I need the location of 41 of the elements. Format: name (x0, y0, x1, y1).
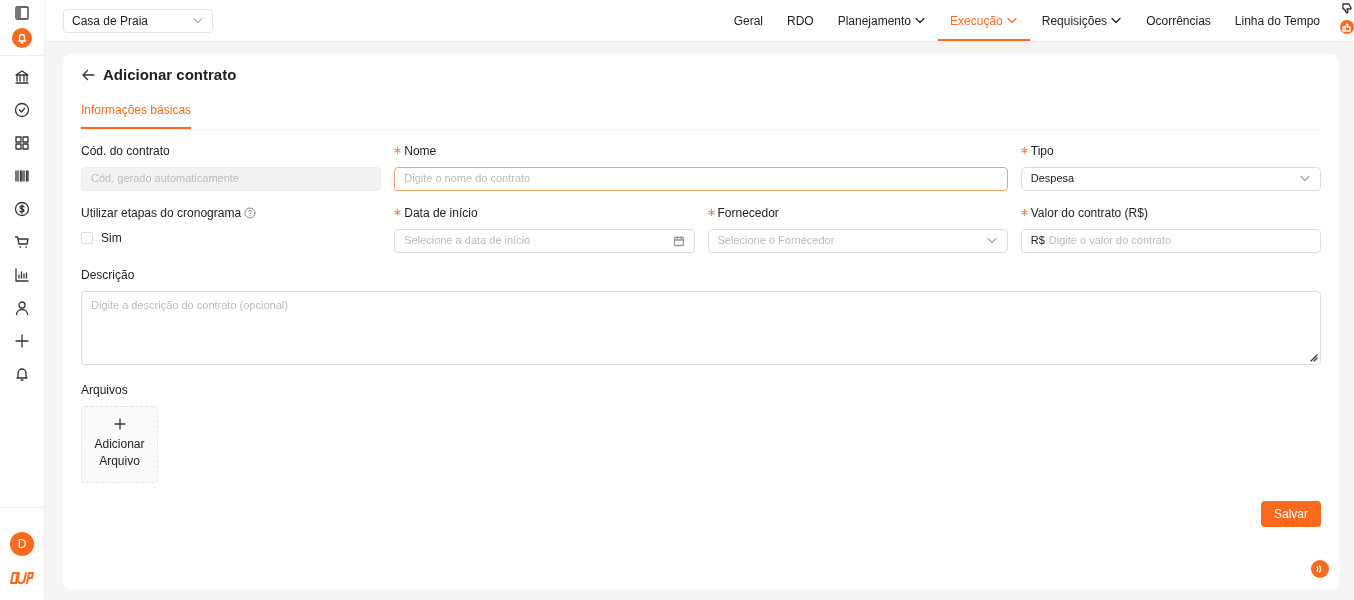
nav-tab[interactable]: RDO (775, 0, 826, 41)
thumbs-up-icon[interactable] (1340, 20, 1354, 34)
field-label: Fornecedor (717, 204, 779, 222)
back-arrow-icon[interactable] (81, 68, 95, 83)
page-title: Adicionar contrato (103, 65, 237, 85)
select-field[interactable]: Despesa (1020, 166, 1321, 191)
checkbox-option[interactable]: Sim (81, 228, 382, 247)
barcode-icon[interactable] (14, 167, 30, 184)
field-label: Tipo (1030, 142, 1054, 160)
field-label: Valor do contrato (R$) (1030, 204, 1148, 222)
thumbs-down-icon[interactable] (1341, 2, 1353, 14)
calendar-icon[interactable] (672, 234, 685, 247)
nav-tab[interactable]: Geral (721, 0, 775, 41)
field-label: Utilizar etapas do cronograma (81, 204, 242, 222)
currency-field[interactable]: R$ Digite o valor do contrato (1020, 228, 1321, 253)
field-label: Arquivos (81, 381, 129, 399)
nav-tab[interactable]: Planejamento (825, 0, 939, 41)
bank-icon[interactable] (14, 68, 30, 85)
plus-icon[interactable] (14, 332, 30, 349)
dollar-circle-icon[interactable] (14, 200, 30, 217)
nav-tab[interactable]: Linha do Tempo (1222, 0, 1332, 41)
bell-logo-icon[interactable] (12, 28, 32, 48)
user-icon[interactable] (14, 299, 30, 316)
bar-chart-icon[interactable] (14, 266, 30, 283)
nav-tab[interactable]: Requisições (1029, 0, 1135, 41)
field-label: Data de início (404, 204, 478, 222)
field-label: Nome (404, 142, 437, 160)
field-label: Cód. do contrato (81, 142, 170, 160)
resize-handle-icon[interactable] (1310, 353, 1318, 362)
grid-icon[interactable] (14, 134, 30, 151)
upload-button[interactable]: Adicionar Arquivo (81, 405, 158, 483)
project-select[interactable]: Casa de Praia (63, 8, 213, 33)
bell-icon[interactable] (14, 365, 30, 382)
panel-toggle-icon[interactable] (15, 6, 29, 20)
nav-tab[interactable]: Ocorrências (1134, 0, 1223, 41)
help-icon[interactable] (244, 206, 257, 219)
cart-icon[interactable] (14, 233, 30, 250)
field-label: Descrição (81, 266, 135, 284)
check-circle-icon[interactable] (14, 101, 30, 118)
plus-icon (113, 418, 126, 430)
brand-logo-icon (10, 572, 34, 584)
